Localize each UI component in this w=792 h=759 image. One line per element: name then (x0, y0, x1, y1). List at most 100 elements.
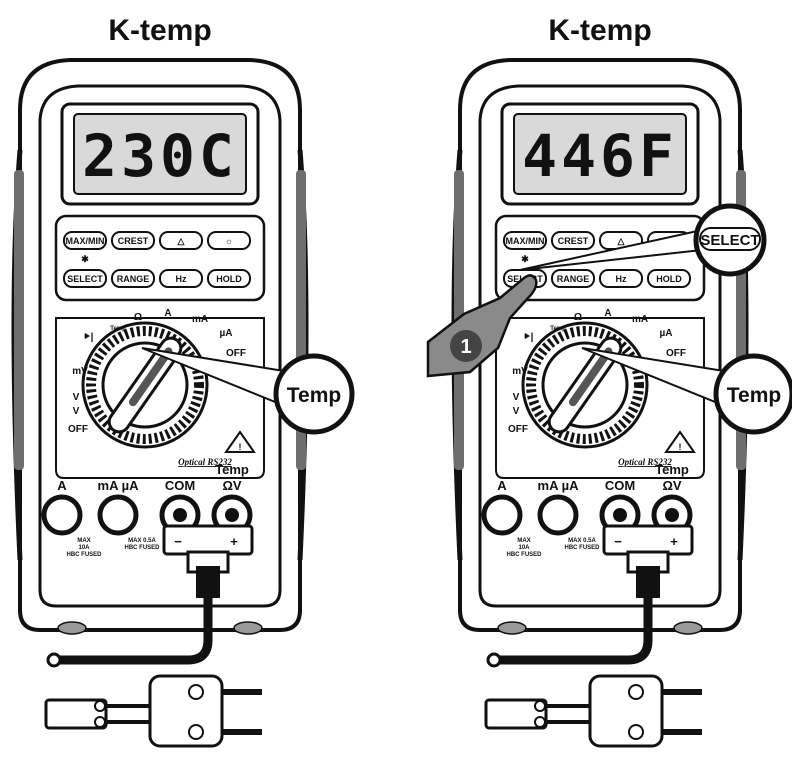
fuse-right-2: HBC FUSED (564, 545, 600, 551)
jack-plug (613, 508, 627, 522)
select-star-icon: ✱ (81, 254, 89, 264)
input-jack (481, 494, 523, 536)
cable-end (46, 652, 62, 668)
dial-label-volt-ac: V (513, 406, 520, 417)
figure-svg: K-temp 230C MAX/MIN CREST △ ☼ SELECT RANGE Hz HOL… (11, 14, 792, 748)
step-number: 1 (460, 336, 471, 358)
plug-minus-mark (188, 724, 204, 740)
input-jack (97, 494, 139, 536)
lcd-readout: 230C (82, 122, 238, 190)
dial-label-microamp: µA (220, 328, 233, 339)
panel-title: K-temp (548, 14, 651, 47)
dial-label-temp: Temp (550, 326, 566, 332)
plug-plus-mark (628, 684, 644, 700)
plug-body (588, 674, 664, 748)
panel-title: K-temp (108, 14, 211, 47)
meter-panel-1: K-temp 230C MAX/MIN CREST △ ☼ SELECT RANGE Hz HOL… (11, 14, 355, 748)
fuse-left-3: HBC FUSED (66, 552, 102, 558)
dial-label-ohm: Ω (574, 312, 582, 323)
meter-button-label: HOLD (216, 274, 242, 284)
plug-screw-bottom (94, 716, 106, 728)
adapter-plus: + (670, 534, 678, 549)
plug-screw-top (534, 700, 546, 712)
meter-button-label: MAX/MIN (506, 236, 545, 246)
jack-plug (225, 508, 239, 522)
dial-label-off-right: OFF (666, 348, 686, 359)
warning-mark: ! (239, 442, 242, 452)
plug-pins-right (222, 689, 262, 735)
meter-button-label: CREST (118, 236, 149, 246)
foot-right (673, 621, 703, 635)
adapter-plus: + (230, 534, 238, 549)
jack-plug (665, 508, 679, 522)
adapter-minus: − (174, 534, 182, 549)
meter-button-label: Hz (176, 274, 187, 284)
plug-screw-bottom (534, 716, 546, 728)
dial-label-millivolt: mV (72, 366, 88, 377)
jack-label-ohm-v: ΩV (662, 478, 681, 493)
adapter-clamp (196, 566, 220, 598)
warning-mark: ! (679, 442, 682, 452)
plug-pins-left (106, 704, 150, 724)
meter-button-label: △ (177, 236, 186, 246)
left-grip-shade (14, 170, 24, 470)
dial-label-millivolt: mV (512, 366, 528, 377)
dial-label-ohm: Ω (134, 312, 142, 323)
jack-label-temp: Temp (655, 462, 689, 477)
foot-left (497, 621, 527, 635)
jack-label-com: COM (605, 478, 635, 493)
plug-pins-right (662, 689, 702, 735)
dial-label-temp: Temp (110, 326, 126, 332)
plug-screw-top (94, 700, 106, 712)
meter-button-label: ☼ (225, 236, 233, 246)
select-star-icon: ✱ (521, 254, 529, 264)
lcd-readout: 446F (522, 122, 678, 190)
meter-button-label: MAX/MIN (66, 236, 105, 246)
jack-label-a: A (497, 478, 507, 493)
plug-pins-left (546, 704, 590, 724)
dial-label-amp: A (164, 308, 171, 319)
jack-label-a: A (57, 478, 67, 493)
fuse-left-3: HBC FUSED (506, 552, 542, 558)
dial-label-diode: ⯈| (523, 332, 534, 343)
meter-button-label: CREST (558, 236, 589, 246)
plug-minus-mark (628, 724, 644, 740)
plug-body (148, 674, 224, 748)
temp-callout-label: Temp (727, 384, 781, 407)
dial-label-microamp: µA (660, 328, 673, 339)
fuse-right-1: MAX 0.5A (128, 538, 156, 544)
jack-plug (173, 508, 187, 522)
fuse-left-1: MAX (517, 538, 530, 544)
foot-left (57, 621, 87, 635)
meter-panel-2: K-temp446FMAX/MINCREST△☼SELECTRANGEHzHOL… (426, 14, 792, 748)
adapter-minus: − (614, 534, 622, 549)
fuse-left-2: 10A (518, 545, 530, 551)
meter-button-label: Hz (616, 274, 627, 284)
dial-label-off-left: OFF (508, 424, 528, 435)
jack-label-ohm-v: ΩV (222, 478, 241, 493)
fuse-right-1: MAX 0.5A (568, 538, 596, 544)
select-callout-label: SELECT (700, 232, 759, 249)
fuse-right-2: HBC FUSED (124, 545, 160, 551)
input-jack (41, 494, 83, 536)
dial-label-milliamp: mA (632, 314, 648, 325)
jack-label-ma-ua: mA µA (538, 478, 580, 493)
cable-end (486, 652, 502, 668)
input-jack (537, 494, 579, 536)
dial-label-off-left: OFF (68, 424, 88, 435)
dial-label-volt-dc: V (73, 392, 80, 403)
temp-callout-label: Temp (287, 384, 341, 407)
jack-label-ma-ua: mA µA (98, 478, 140, 493)
dial-label-milliamp: mA (192, 314, 208, 325)
plug-plus-mark (188, 684, 204, 700)
dial-label-volt-ac: V (73, 406, 80, 417)
meter-button-label: RANGE (557, 274, 590, 284)
meter-button-label: SELECT (67, 274, 103, 284)
dial-label-off-right: OFF (226, 348, 246, 359)
foot-right (233, 621, 263, 635)
jack-label-temp: Temp (215, 462, 249, 477)
fuse-left-2: 10A (78, 545, 90, 551)
adapter-clamp (636, 566, 660, 598)
dial-label-volt-dc: V (513, 392, 520, 403)
dial-label-diode: ⯈| (83, 332, 94, 343)
